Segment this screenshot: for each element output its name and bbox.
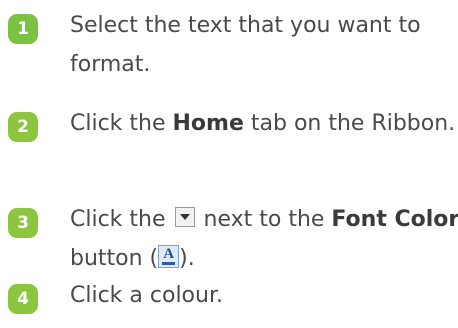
- step-text: Select the text that you want to format.: [70, 13, 421, 77]
- font-color-name: Font Color: [331, 207, 458, 232]
- step-text-pre: Click the: [70, 111, 173, 136]
- step-number-badge: 4: [8, 284, 38, 314]
- font-color-glyph: A: [163, 246, 175, 262]
- font-color-bar: [162, 262, 176, 265]
- step-text-post2: ).: [179, 246, 195, 271]
- step-text-post: button (: [70, 246, 159, 271]
- font-color-icon: A: [158, 245, 180, 268]
- step-text: Click a colour.: [70, 283, 223, 308]
- step-text: Click the next to the Font Color button …: [70, 200, 458, 278]
- step-text-pre: Click the: [70, 207, 173, 232]
- home-tab-name: Home: [172, 111, 244, 136]
- step-text-mid: next to the: [196, 207, 332, 232]
- step-number-badge: 2: [8, 112, 38, 142]
- dropdown-arrow-icon: [174, 207, 195, 227]
- step-number-badge: 1: [8, 14, 38, 44]
- instruction-steps: 1 Select the text that you want to forma…: [0, 0, 458, 328]
- step-text: Click the Home tab on the Ribbon.: [70, 104, 458, 143]
- step-number-badge: 3: [8, 208, 38, 238]
- step-text-post: tab on the Ribbon.: [243, 111, 456, 136]
